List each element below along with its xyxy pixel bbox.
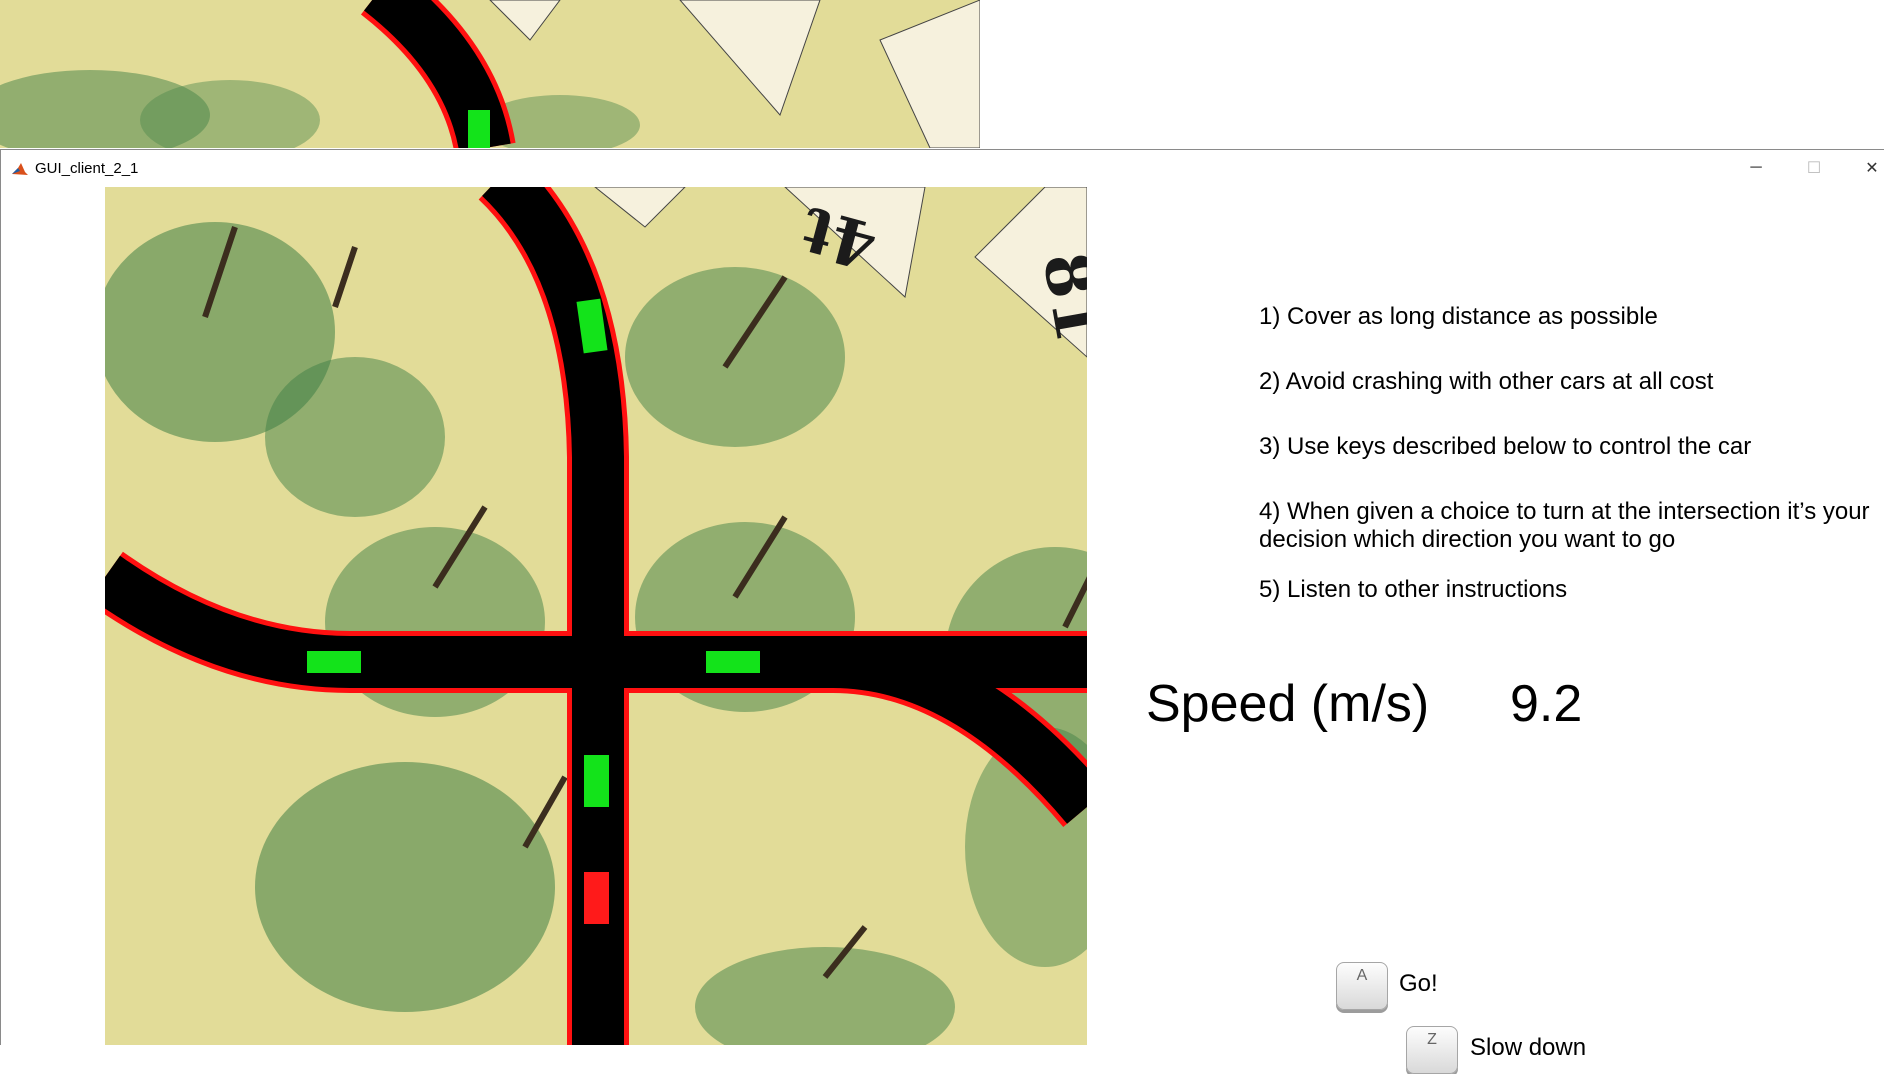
car-other-east: [706, 651, 760, 673]
instruction-3: 3) Use keys described below to control t…: [1259, 433, 1752, 460]
go-label: Go!: [1399, 970, 1438, 997]
speed-value: 9.2: [1510, 675, 1583, 733]
app-window: GUI_client_2_1 ─ ☐ ✕ 4t 81: [0, 149, 1884, 1045]
window-title: GUI_client_2_1: [35, 160, 139, 177]
instruction-2: 2) Avoid crashing with other cars at all…: [1259, 368, 1714, 395]
slow-down-label: Slow down: [1470, 1034, 1587, 1061]
matlab-icon: [11, 160, 29, 178]
game-map: 4t 81: [105, 187, 1087, 1045]
maximize-icon: ☐: [1806, 160, 1822, 177]
maximize-button[interactable]: ☐: [1785, 150, 1843, 186]
key-z-icon: Z: [1406, 1026, 1458, 1074]
instruction-4-cont: decision which direction you want to go: [1259, 526, 1676, 553]
key-a-icon: A: [1336, 962, 1388, 1010]
instruction-4: 4) When given a choice to turn at the in…: [1259, 498, 1870, 525]
car-player: [584, 872, 609, 924]
minimize-button[interactable]: ─: [1727, 150, 1785, 186]
speed-label: Speed (m/s): [1146, 675, 1430, 733]
minimize-icon: ─: [1750, 159, 1762, 176]
car-other-west: [307, 651, 361, 673]
instruction-5: 5) Listen to other instructions: [1259, 576, 1568, 603]
background-window: [0, 0, 980, 148]
close-button[interactable]: ✕: [1843, 150, 1884, 186]
close-icon: ✕: [1865, 160, 1879, 177]
car-other-south: [584, 755, 609, 807]
title-bar: GUI_client_2_1 ─ ☐ ✕: [1, 150, 1884, 186]
instruction-1: 1) Cover as long distance as possible: [1259, 303, 1658, 330]
